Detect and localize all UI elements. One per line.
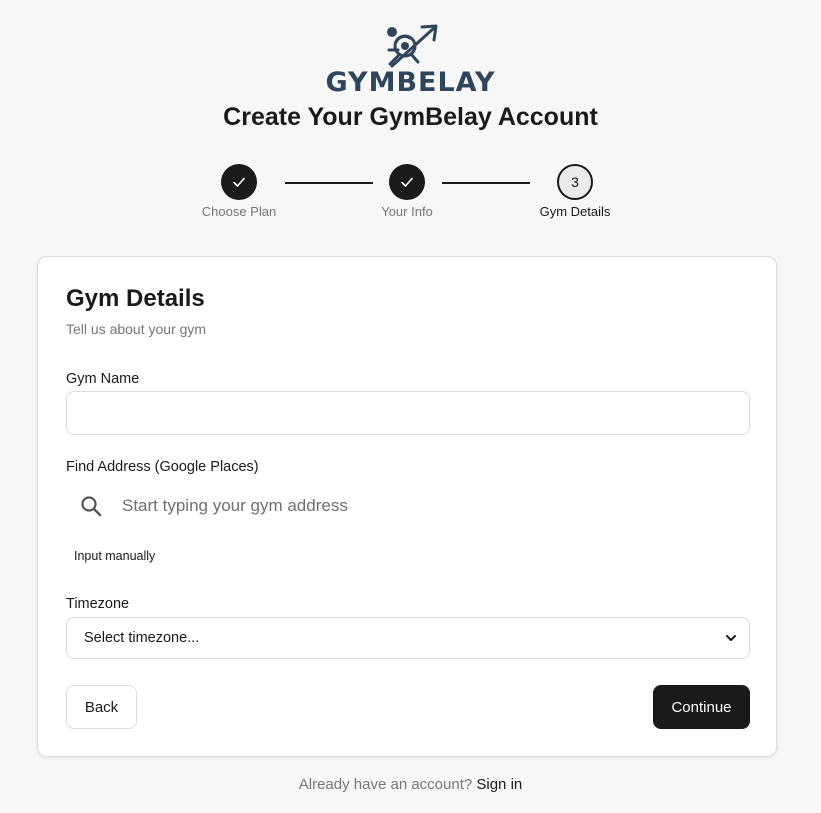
address-label: Find Address (Google Places) (66, 459, 259, 475)
step-1-indicator (221, 164, 257, 200)
check-icon (401, 177, 413, 187)
address-placeholder: Start typing your gym address (122, 496, 348, 515)
search-icon (81, 496, 102, 517)
timezone-label: Timezone (66, 596, 130, 612)
brand-wordmark: GYMBELAY (325, 67, 496, 98)
timezone-select[interactable]: Select timezone... (66, 617, 750, 659)
step-3-indicator: 3 (557, 164, 593, 200)
step-3-number: 3 (571, 174, 579, 190)
back-button[interactable]: Back (66, 685, 137, 729)
brand-logo: GYMBELAY (0, 20, 821, 98)
climber-arrow-icon (386, 24, 437, 68)
input-manually-link[interactable]: Input manually (74, 549, 155, 563)
card-subtitle: Tell us about your gym (66, 321, 207, 337)
step-2-indicator (389, 164, 425, 200)
chevron-down-icon (726, 635, 736, 641)
step-1-label: Choose Plan (201, 204, 277, 219)
page-title: Create Your GymBelay Account (223, 103, 598, 131)
footer-prompt: Already have an account? (298, 776, 473, 793)
footer-signin: Already have an account? Sign in (0, 776, 821, 793)
continue-button[interactable]: Continue (653, 685, 750, 729)
step-2-label: Your Info (381, 204, 433, 219)
step-connector-1 (285, 182, 373, 184)
step-3-label: Gym Details (539, 204, 611, 219)
gym-name-input[interactable] (66, 391, 750, 435)
gym-details-card: Gym Details Tell us about your gym Gym N… (37, 256, 777, 757)
signup-stepper: Choose Plan Your Info 3 Gym Details (0, 164, 821, 224)
signup-page: GYMBELAY Create Your GymBelay Account Ch… (0, 0, 821, 813)
sign-in-link[interactable]: Sign in (476, 776, 522, 793)
card-title: Gym Details (66, 285, 205, 312)
check-icon (233, 177, 245, 187)
gym-name-label: Gym Name (66, 371, 140, 387)
step-connector-2 (442, 182, 530, 184)
timezone-selected-value: Select timezone... (84, 630, 200, 646)
address-search-input[interactable]: Start typing your gym address (66, 483, 750, 529)
